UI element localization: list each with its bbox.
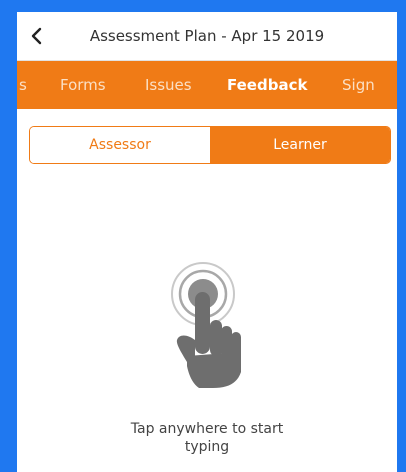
app-frame: Assessment Plan - Apr 15 2019 s Forms Is… [0, 0, 406, 472]
empty-state-line1: Tap anywhere to start [130, 421, 284, 437]
tab-feedback[interactable]: Feedback [227, 61, 307, 109]
role-segmented-control: Assessor Learner [29, 126, 391, 164]
empty-state-text: Tap anywhere to start typing [107, 420, 307, 456]
page-title: Assessment Plan - Apr 15 2019 [89, 27, 325, 45]
chevron-left-icon [31, 27, 42, 45]
back-button[interactable] [17, 12, 57, 60]
tab-sign[interactable]: Sign [342, 61, 375, 109]
tap-hand-icon [171, 262, 241, 388]
header-bar: Assessment Plan - Apr 15 2019 [17, 12, 397, 61]
tab-forms[interactable]: Forms [60, 61, 106, 109]
segment-assessor[interactable]: Assessor [30, 127, 210, 163]
section-tabbar: s Forms Issues Feedback Sign [17, 61, 397, 109]
feedback-tap-area[interactable]: Tap anywhere to start typing [17, 172, 397, 472]
empty-state-line2: typing [184, 439, 230, 455]
segment-learner[interactable]: Learner [210, 127, 390, 163]
tab-issues[interactable]: Issues [145, 61, 192, 109]
tab-partial[interactable]: s [19, 61, 27, 109]
